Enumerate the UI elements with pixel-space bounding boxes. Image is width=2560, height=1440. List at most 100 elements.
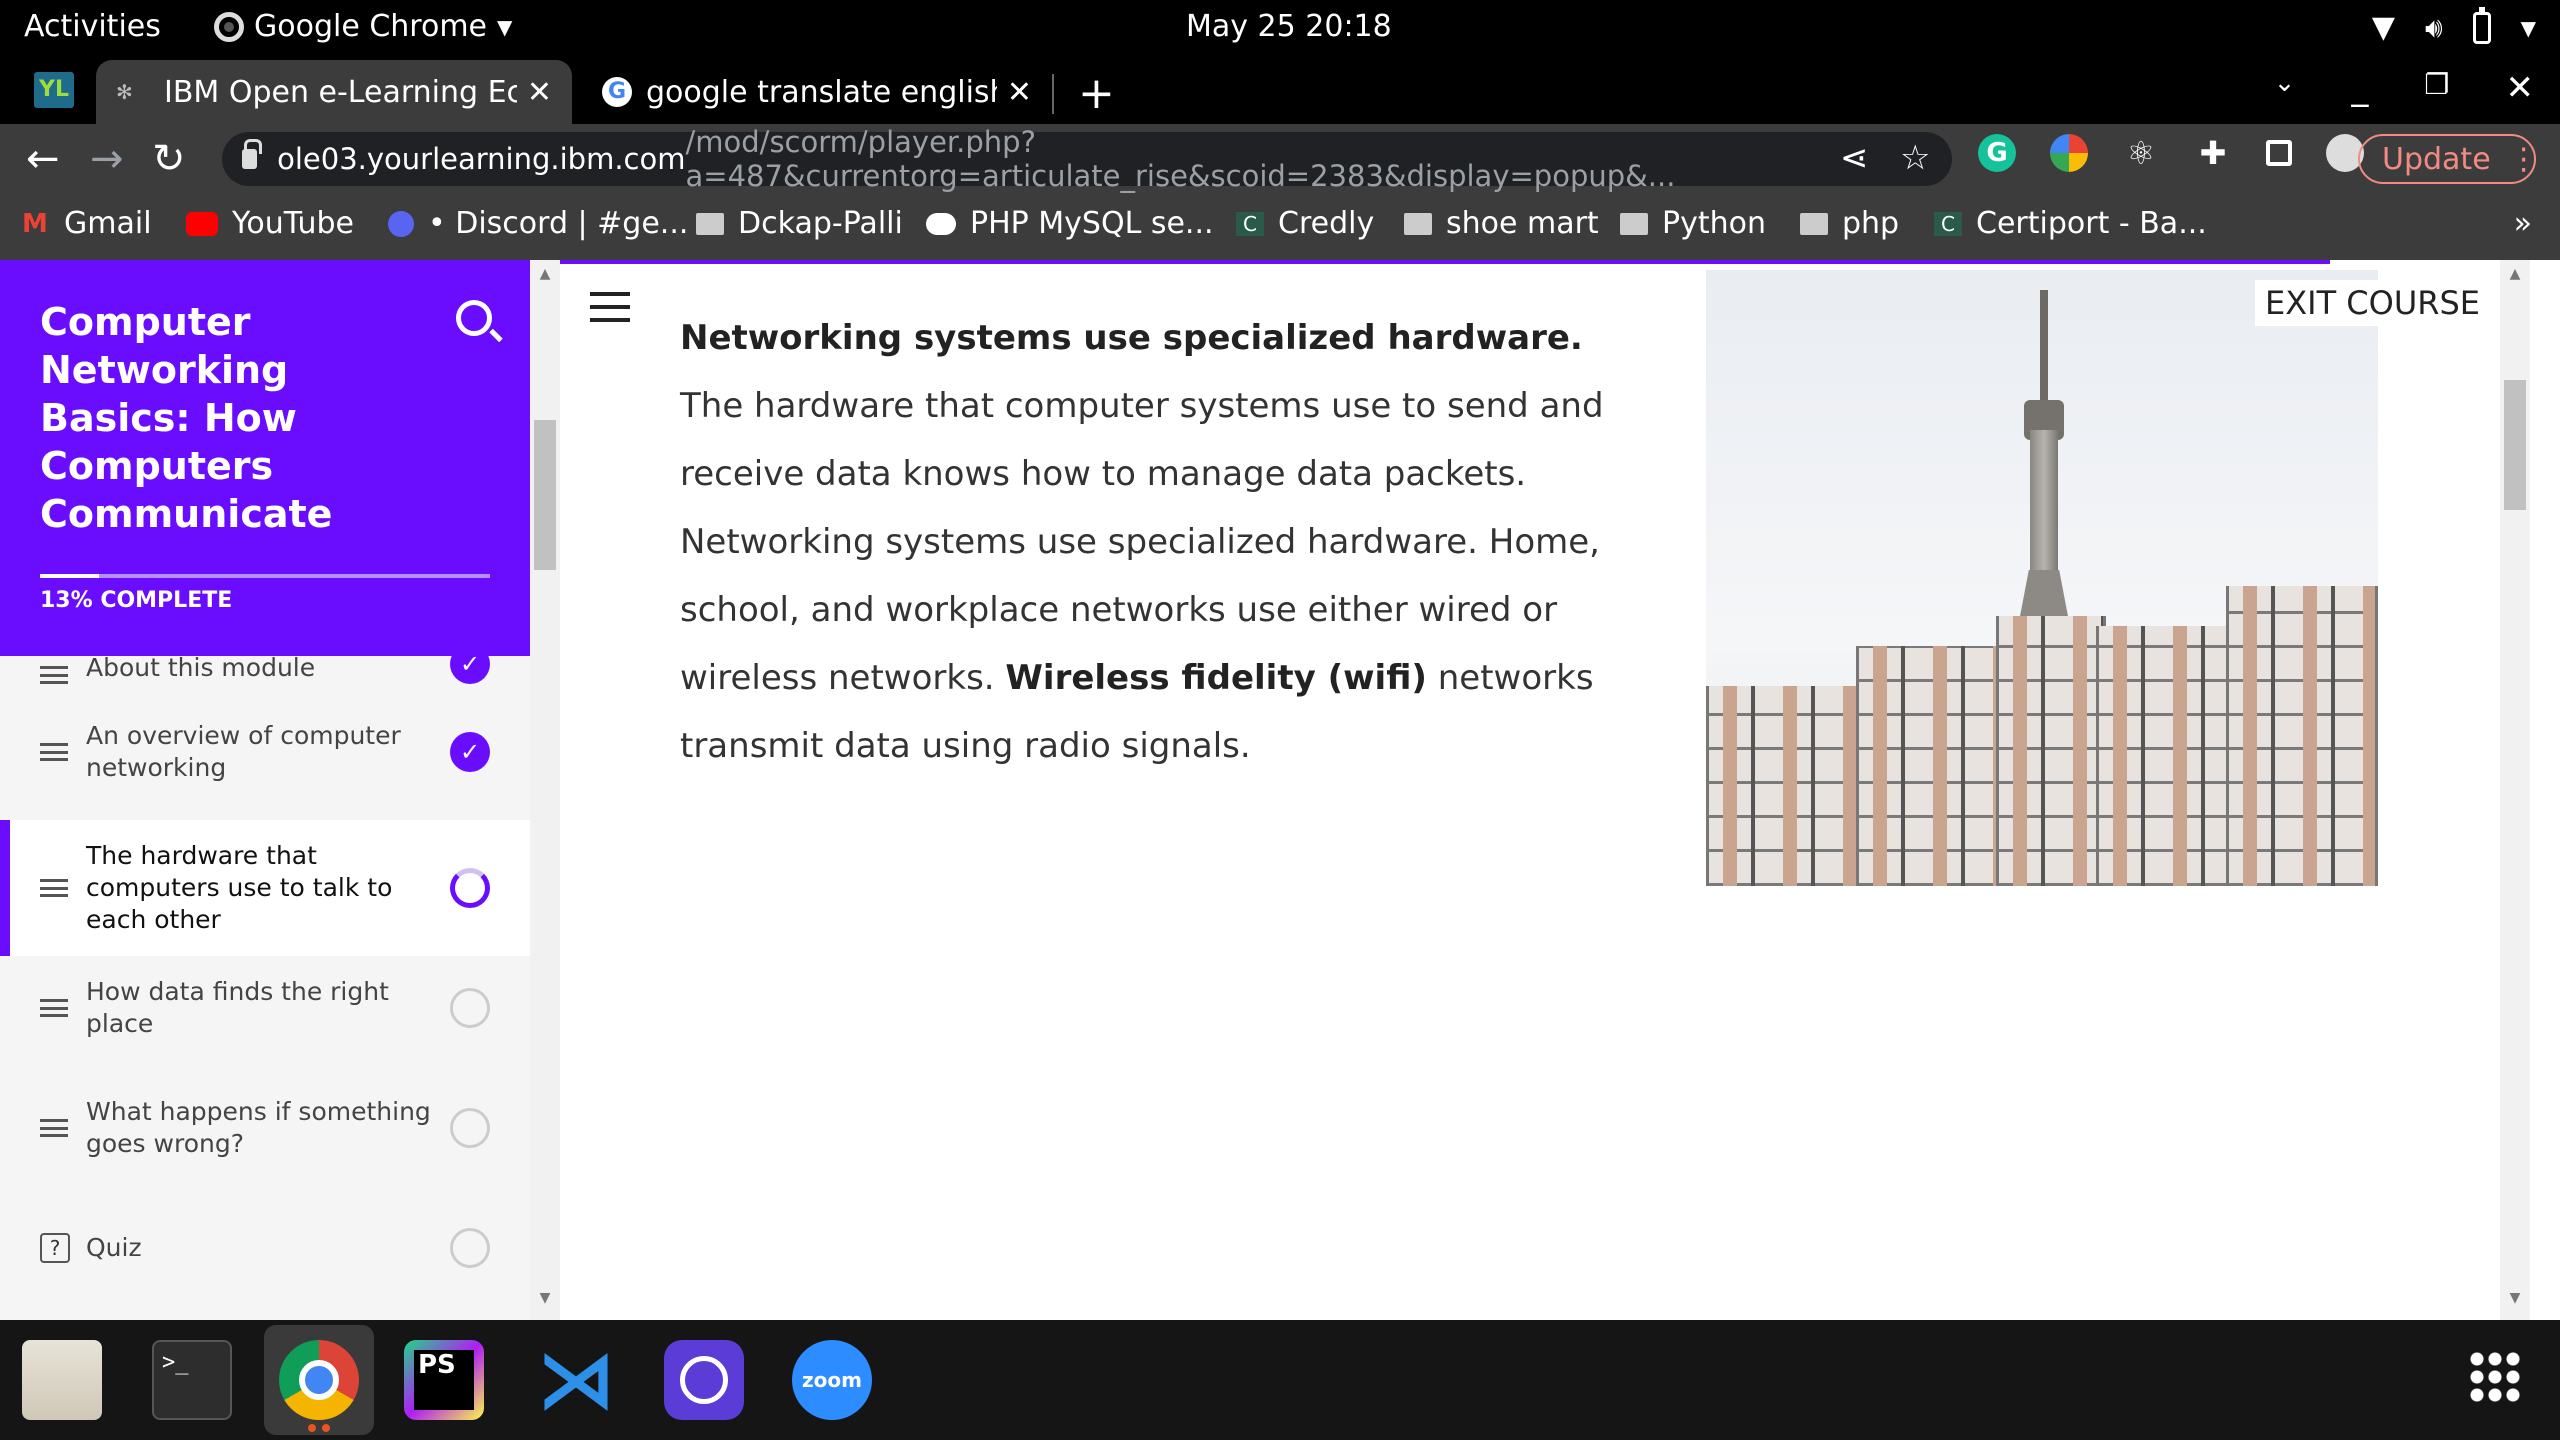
more-vert-icon[interactable]: ⋮ (2509, 142, 2539, 177)
bookmark-gmail[interactable]: M Gmail (22, 206, 152, 241)
tab-ibm-elearning[interactable]: ✻ IBM Open e-Learning Ecos ✕ (96, 60, 572, 124)
building-block (2096, 626, 2236, 886)
scroll-down-icon[interactable]: ▼ (2500, 1290, 2530, 1306)
clock[interactable]: May 25 20:18 (1186, 9, 1392, 44)
lesson-label: The hardware that computers use to talk … (86, 841, 393, 934)
close-window-icon[interactable]: ✕ (2506, 68, 2535, 108)
tab-separator (1052, 74, 1054, 114)
share-icon[interactable]: ⋖ (1840, 138, 1869, 178)
building-block (1706, 686, 1866, 886)
discord-icon (388, 210, 414, 237)
lesson-lines-icon (40, 666, 68, 684)
bookmark-folder-shoe-mart[interactable]: shoe mart (1404, 206, 1599, 241)
bookmark-youtube[interactable]: YouTube (186, 206, 354, 241)
folder-icon (1404, 212, 1432, 235)
tab-google-translate[interactable]: G google translate english t ✕ (582, 60, 1052, 124)
lesson-item-hardware[interactable]: The hardware that computers use to talk … (0, 820, 530, 956)
bookmark-label: • Discord | #ge... (428, 206, 689, 241)
bookmark-php-mysql[interactable]: PHP MySQL se... (926, 206, 1214, 241)
folder-icon (696, 212, 724, 235)
lesson-text-1: The hardware that computer systems use t… (680, 386, 1604, 698)
show-apps-grid-icon[interactable] (2468, 1350, 2522, 1404)
google-favicon-icon: G (602, 77, 632, 107)
eclipse-app-icon[interactable] (664, 1340, 744, 1420)
bookmarks-overflow-button[interactable]: » (2514, 206, 2532, 241)
app-menu-label: Google Chrome (254, 9, 487, 44)
bookmark-credly[interactable]: C Credly (1236, 206, 1374, 241)
battery-icon (2472, 6, 2491, 44)
close-icon[interactable]: ✕ (527, 75, 552, 110)
files-app-icon[interactable] (22, 1340, 102, 1420)
scroll-up-icon[interactable]: ▲ (2500, 266, 2530, 282)
lesson-paragraph: Networking systems use specialized hardw… (680, 304, 1640, 780)
tab-title: IBM Open e-Learning Ecos (164, 74, 517, 110)
system-tray[interactable]: ▼ 🔊︎ ▼ (2371, 6, 2536, 45)
vscode-app-icon[interactable]: ⋊ (536, 1340, 616, 1420)
lesson-item-overview[interactable]: An overview of computer networking ✓ (0, 684, 530, 820)
update-button[interactable]: Update ⋮ (2358, 134, 2539, 184)
building-block (1856, 646, 2006, 886)
bookmark-folder-php[interactable]: php (1800, 206, 1899, 241)
building-block (2226, 586, 2378, 886)
lesson-item-data-finds[interactable]: How data finds the right place (0, 956, 530, 1060)
course-progress-bar (40, 574, 490, 578)
navigation-bar: ← → ↻ ole03.yourlearning.ibm.com/mod/sco… (0, 124, 2560, 194)
lesson-list: About this module ✓ An overview of compu… (0, 640, 530, 1300)
lesson-lines-icon (40, 1119, 68, 1137)
phpstorm-app-icon[interactable]: PS (404, 1340, 484, 1420)
grammarly-icon[interactable]: G (1978, 134, 2016, 172)
wifi-icon: ▼ (2371, 10, 2395, 45)
address-bar[interactable]: ole03.yourlearning.ibm.com/mod/scorm/pla… (222, 125, 1952, 193)
bookmark-star-icon[interactable]: ☆ (1900, 138, 1930, 178)
maximize-icon[interactable]: ❐ (2424, 68, 2449, 108)
dock: >_ PS ⋊ zoom (0, 1320, 2560, 1440)
close-icon[interactable]: ✕ (1007, 75, 1032, 110)
lesson-item-quiz[interactable]: ? Quiz (0, 1196, 530, 1300)
exit-course-button[interactable]: EXIT COURSE (2254, 280, 2490, 326)
zoom-app-icon[interactable]: zoom (792, 1340, 872, 1420)
back-icon[interactable]: ← (26, 136, 60, 182)
activities-button[interactable]: Activities (24, 9, 161, 44)
chrome-app-icon[interactable] (279, 1340, 359, 1420)
side-panel-icon[interactable] (2266, 140, 2292, 166)
reload-icon[interactable]: ↻ (152, 136, 186, 182)
app-menu[interactable]: Google Chrome ▼ (214, 9, 512, 44)
system-top-bar: Activities Google Chrome ▼ May 25 20:18 … (0, 0, 2560, 54)
minimize-icon[interactable]: _ (2351, 68, 2368, 108)
bookmark-certiport[interactable]: C Certiport - Ba... (1934, 206, 2207, 241)
building-tower-image (1706, 270, 2378, 886)
bookmark-folder-python[interactable]: Python (1620, 206, 1766, 241)
menu-icon[interactable] (590, 292, 630, 322)
running-indicator (322, 1424, 330, 1432)
lesson-label: How data finds the right place (86, 977, 389, 1038)
bookmark-folder-dckap[interactable]: Dckap-Palli (696, 206, 903, 241)
scroll-down-icon[interactable]: ▼ (530, 1290, 560, 1306)
scroll-up-icon[interactable]: ▲ (530, 266, 560, 282)
bookmark-label: YouTube (232, 206, 354, 241)
react-devtools-icon[interactable]: ⚛ (2122, 134, 2160, 172)
search-icon[interactable] (456, 300, 492, 336)
extensions-puzzle-icon[interactable]: ✚ (2194, 134, 2232, 172)
lesson-label: Quiz (86, 1233, 142, 1262)
running-indicator (308, 1424, 316, 1432)
lock-icon[interactable] (242, 139, 263, 169)
lesson-lines-icon (40, 743, 68, 761)
yourlearning-icon[interactable]: YL (34, 72, 74, 108)
lesson-item-goes-wrong[interactable]: What happens if something goes wrong? (0, 1060, 530, 1196)
tab-search-icon[interactable]: ⌄ (2274, 68, 2296, 108)
new-tab-button[interactable]: + (1078, 68, 1115, 119)
credly-icon: C (1236, 211, 1264, 236)
bookmark-label: Python (1662, 206, 1766, 241)
scrollbar-thumb[interactable] (534, 420, 556, 570)
content-scrollbar[interactable]: ▲ ▼ (2500, 260, 2530, 1320)
terminal-app-icon[interactable]: >_ (152, 1340, 232, 1420)
color-picker-icon[interactable] (2050, 134, 2088, 172)
scrollbar-thumb[interactable] (2504, 380, 2526, 510)
in-progress-icon (450, 868, 490, 908)
forward-icon[interactable]: → (90, 136, 124, 182)
gmail-icon: M (22, 208, 48, 239)
url-host: ole03.yourlearning.ibm.com (277, 142, 686, 176)
lesson-bold-2: Wireless fidelity (wifi) (1005, 658, 1427, 698)
sidebar-scrollbar[interactable]: ▲ ▼ (530, 260, 560, 1320)
bookmark-discord[interactable]: • Discord | #ge... (388, 206, 688, 241)
